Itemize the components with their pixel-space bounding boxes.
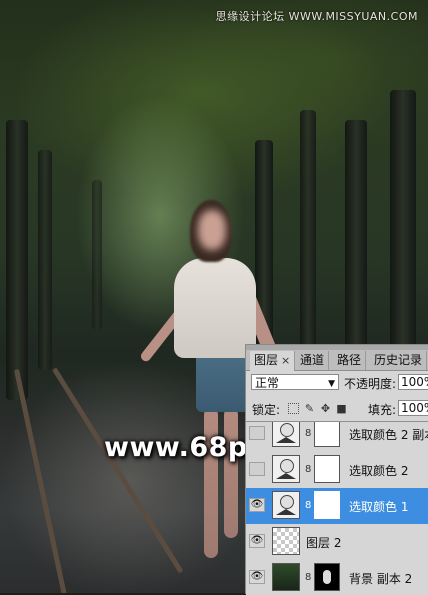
tree-trunk bbox=[38, 150, 52, 370]
link-icon[interactable]: 8 bbox=[305, 428, 311, 439]
tab-layers[interactable]: 图层 × bbox=[250, 351, 296, 371]
tree-trunk bbox=[345, 120, 367, 360]
layers-list: 8 选取颜色 2 副本 8 选取颜色 2 👁 8 选取颜色 1 👁 图层 2 👁 bbox=[246, 421, 428, 595]
tab-history[interactable]: 历史记录 bbox=[370, 351, 428, 370]
layer-name: 背景 副本 2 bbox=[349, 572, 413, 586]
opacity-label: 不透明度: bbox=[344, 377, 397, 391]
tree-trunk bbox=[300, 110, 316, 360]
lock-brush-icon[interactable]: ✎ bbox=[304, 403, 315, 414]
tab-paths[interactable]: 路径 bbox=[333, 351, 367, 370]
layer-mask-thumbnail[interactable] bbox=[314, 563, 340, 591]
adjustment-thumbnail bbox=[272, 422, 300, 447]
opacity-input[interactable]: 100% bbox=[398, 374, 428, 390]
link-icon[interactable]: 8 bbox=[305, 464, 311, 475]
adjustment-thumbnail bbox=[272, 491, 300, 519]
layer-mask-thumbnail[interactable] bbox=[314, 491, 340, 519]
lock-label: 锁定: bbox=[252, 403, 281, 417]
layer-row[interactable]: 👁 8 背景 副本 2 bbox=[246, 560, 428, 595]
tree-trunk bbox=[390, 90, 416, 360]
tab-label: 历史记录 bbox=[374, 353, 423, 367]
tab-label: 图层 bbox=[254, 353, 279, 367]
layer-thumbnail bbox=[272, 527, 300, 555]
lock-all-icon[interactable]: ■ bbox=[336, 403, 347, 414]
blend-row: 正常 ▼ 不透明度: 100% bbox=[246, 372, 428, 394]
layer-name: 图层 2 bbox=[306, 536, 342, 550]
layers-panel: 图层× 通道 路径 历史记录 正常 ▼ 不透明度: 100% 锁定: ✎ ✥ ■… bbox=[245, 344, 428, 595]
layer-row[interactable]: 8 选取颜色 2 副本 bbox=[246, 422, 428, 453]
link-icon[interactable]: 8 bbox=[305, 572, 311, 583]
blend-mode-value: 正常 bbox=[255, 376, 280, 390]
fill-input[interactable]: 100% bbox=[398, 400, 428, 416]
tab-channels[interactable]: 通道 bbox=[296, 351, 330, 370]
tab-label: 路径 bbox=[337, 353, 362, 367]
watermark-top: 思缘设计论坛 WWW.MISSYUAN.COM bbox=[215, 10, 418, 23]
blend-mode-select[interactable]: 正常 ▼ bbox=[251, 374, 339, 390]
layer-name: 选取颜色 1 bbox=[349, 500, 409, 514]
tree-trunk bbox=[6, 120, 28, 400]
eye-icon[interactable]: 👁 bbox=[249, 570, 265, 584]
layer-name: 选取颜色 2 副本 bbox=[349, 428, 428, 442]
lock-move-icon[interactable]: ✥ bbox=[320, 403, 331, 414]
layer-name: 选取颜色 2 bbox=[349, 464, 409, 478]
eye-icon[interactable] bbox=[249, 426, 265, 440]
photo-thumbnail bbox=[272, 563, 300, 591]
fill-label: 填充: bbox=[368, 403, 397, 417]
layer-row-selected[interactable]: 👁 8 选取颜色 1 bbox=[246, 488, 428, 525]
layer-mask-thumbnail[interactable] bbox=[314, 422, 340, 447]
eye-icon[interactable] bbox=[249, 462, 265, 476]
tree-trunk bbox=[92, 180, 102, 330]
panel-tabs: 图层 × 通道 路径 历史记录 bbox=[246, 350, 428, 371]
tab-label: 通道 bbox=[300, 353, 325, 367]
dropdown-arrow-icon: ▼ bbox=[328, 379, 335, 389]
eye-icon[interactable]: 👁 bbox=[249, 498, 265, 512]
layer-row[interactable]: 8 选取颜色 2 bbox=[246, 452, 428, 489]
link-icon[interactable]: 8 bbox=[305, 500, 311, 511]
layer-mask-thumbnail[interactable] bbox=[314, 455, 340, 483]
adjustment-thumbnail bbox=[272, 455, 300, 483]
lock-row: 锁定: ✎ ✥ ■ 填充: 100% bbox=[246, 398, 428, 420]
close-icon[interactable]: × bbox=[281, 354, 290, 367]
layer-row[interactable]: 👁 图层 2 bbox=[246, 524, 428, 561]
lock-transparent-icon[interactable] bbox=[288, 403, 299, 414]
eye-icon[interactable]: 👁 bbox=[249, 534, 265, 548]
